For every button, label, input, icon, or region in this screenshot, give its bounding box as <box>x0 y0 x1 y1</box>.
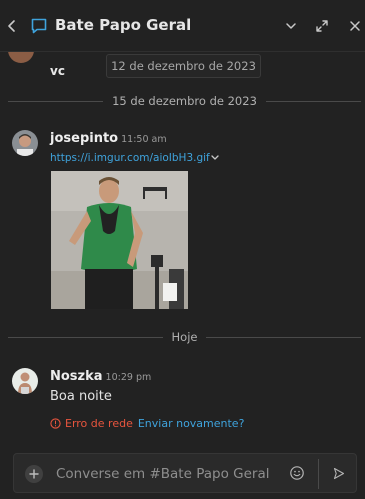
expand-icon[interactable] <box>315 19 329 33</box>
image-link[interactable]: https://i.imgur.com/aioIbH3.gif <box>50 152 210 164</box>
chat-header: Bate Papo Geral <box>0 0 365 52</box>
error-icon <box>50 418 61 429</box>
author-name[interactable]: josepinto <box>50 131 118 146</box>
date-separator-label: 15 de dezembro de 2023 <box>112 94 257 108</box>
message-time: 11:50 am <box>121 134 167 145</box>
close-icon[interactable] <box>348 19 362 33</box>
composer-box <box>13 453 357 493</box>
date-separator-label: Hoje <box>171 330 198 344</box>
date-separator: Hoje <box>8 329 361 345</box>
message-text: vc <box>50 64 65 78</box>
date-separator: 15 de dezembro de 2023 <box>8 93 361 109</box>
composer-divider <box>318 459 319 489</box>
author-name[interactable]: Noszka <box>50 369 103 384</box>
resend-link[interactable]: Enviar novamente? <box>138 417 245 430</box>
composer <box>0 445 365 499</box>
chevron-down-icon[interactable] <box>210 154 220 162</box>
emoji-icon[interactable] <box>289 465 305 481</box>
avatar[interactable] <box>12 368 38 394</box>
message-text: Boa noite <box>50 389 112 404</box>
message-time: 10:29 pm <box>105 372 152 383</box>
back-icon[interactable] <box>6 19 18 33</box>
message-author[interactable]: Noszka 10:29 pm <box>50 369 151 384</box>
send-error: Erro de rede Enviar novamente? <box>50 417 244 430</box>
floating-date-badge: 12 de dezembro de 2023 <box>106 54 261 78</box>
chevron-down-icon[interactable] <box>284 19 298 33</box>
avatar[interactable] <box>8 52 34 63</box>
send-icon[interactable] <box>333 467 345 480</box>
message-input[interactable] <box>56 464 282 484</box>
gif-image[interactable] <box>51 171 188 309</box>
add-attachment-button[interactable] <box>25 465 43 483</box>
message-author[interactable]: josepinto 11:50 am <box>50 131 167 146</box>
plus-icon <box>29 469 39 479</box>
avatar[interactable] <box>12 130 38 156</box>
channel-title: Bate Papo Geral <box>55 16 192 34</box>
chat-bubble-icon <box>31 18 47 34</box>
error-text: Erro de rede <box>65 417 133 430</box>
message-list[interactable]: vc 12 de dezembro de 2023 15 de dezembro… <box>0 52 365 445</box>
